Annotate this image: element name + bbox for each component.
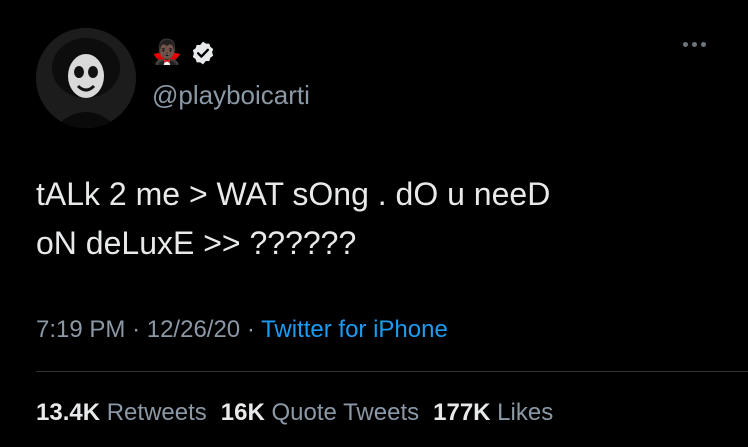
meta-separator: · xyxy=(132,316,141,343)
tweet-text: tALk 2 me > WAT sOng . dO u neeD oN deLu… xyxy=(36,176,551,261)
meta-separator: · xyxy=(246,316,255,343)
author-handle[interactable]: @playboicarti xyxy=(152,80,310,110)
more-options-icon[interactable] xyxy=(683,42,706,47)
quote-tweets-label: Quote Tweets xyxy=(271,399,420,426)
likes-count: 177K xyxy=(433,399,491,426)
author-name-row[interactable]: 🧛🏿‍♂️ xyxy=(152,38,216,68)
retweets-stat[interactable]: 13.4K Retweets xyxy=(36,396,207,430)
retweets-count: 13.4K xyxy=(36,399,101,426)
tweet-date[interactable]: 12/26/20 xyxy=(147,316,240,343)
avatar-image xyxy=(36,28,136,128)
verified-badge-icon xyxy=(190,40,216,66)
tweet-time[interactable]: 7:19 PM xyxy=(36,316,125,343)
avatar[interactable] xyxy=(36,28,136,128)
engagement-stats: 13.4K Retweets 16K Quote Tweets 177K Lik… xyxy=(36,396,553,430)
likes-label: Likes xyxy=(497,399,554,426)
retweets-label: Retweets xyxy=(106,399,207,426)
divider xyxy=(36,371,748,372)
quote-tweets-stat[interactable]: 16K Quote Tweets xyxy=(221,396,419,430)
likes-stat[interactable]: 177K Likes xyxy=(433,396,553,430)
tweet-card: 🧛🏿‍♂️ @playboicarti tALk 2 me > WAT sOng… xyxy=(0,0,748,447)
tweet-metadata: 7:19 PM · 12/26/20 · Twitter for iPhone xyxy=(36,313,448,347)
quote-tweets-count: 16K xyxy=(220,399,265,426)
author-name[interactable]: 🧛🏿‍♂️ xyxy=(152,38,182,68)
tweet-source-link[interactable]: Twitter for iPhone xyxy=(261,316,448,343)
